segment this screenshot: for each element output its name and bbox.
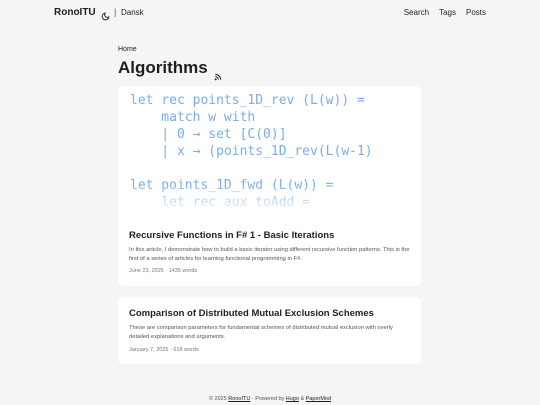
site-logo[interactable]: RonoITU — [54, 7, 96, 18]
page-title-text: Algorithms — [118, 58, 208, 77]
site-footer: © 2025 RonoITU · Powered by Hugo & Paper… — [0, 396, 540, 402]
footer-and: & — [300, 396, 305, 402]
footer-powered-by: · Powered by — [251, 396, 285, 402]
post-meta: June 23, 2025 · 1435 words — [129, 268, 198, 274]
post-title[interactable]: Comparison of Distributed Mutual Exclusi… — [129, 308, 374, 319]
post-summary: These are comparison parameters for fund… — [129, 325, 393, 340]
post-title[interactable]: Recursive Functions in F# 1 - Basic Iter… — [129, 230, 334, 241]
main-menu: Search Tags Posts — [404, 8, 486, 17]
menu-item-search[interactable]: Search — [404, 8, 429, 17]
cover-fade — [118, 184, 421, 214]
nav-separator: | — [114, 7, 117, 17]
menu-item-posts[interactable]: Posts — [466, 8, 486, 17]
site-header: RonoITU | Dansk Search Tags Posts — [0, 0, 540, 26]
page-title: Algorithms — [118, 58, 222, 81]
language-link[interactable]: Dansk — [121, 8, 144, 17]
post-entry[interactable]: let rec points_1D_rev (L(w)) = match w w… — [118, 86, 421, 286]
moon-icon[interactable] — [101, 8, 110, 21]
footer-copyright: © 2025 — [208, 396, 227, 402]
footer-theme-link[interactable]: PaperMod — [306, 396, 331, 402]
post-entry[interactable]: Comparison of Distributed Mutual Exclusi… — [118, 297, 421, 364]
breadcrumb: Home — [118, 46, 137, 53]
post-meta: January 7, 2025 · 618 words — [129, 347, 199, 353]
breadcrumb-home[interactable]: Home — [118, 46, 137, 53]
menu-item-tags[interactable]: Tags — [439, 8, 456, 17]
post-cover-image[interactable]: let rec points_1D_rev (L(w)) = match w w… — [118, 86, 421, 214]
rss-icon[interactable] — [214, 66, 222, 81]
post-summary: In this article, I demonstrate how to bu… — [129, 247, 410, 262]
footer-site-link[interactable]: RonoITU — [228, 396, 250, 402]
footer-hugo-link[interactable]: Hugo — [286, 396, 299, 402]
